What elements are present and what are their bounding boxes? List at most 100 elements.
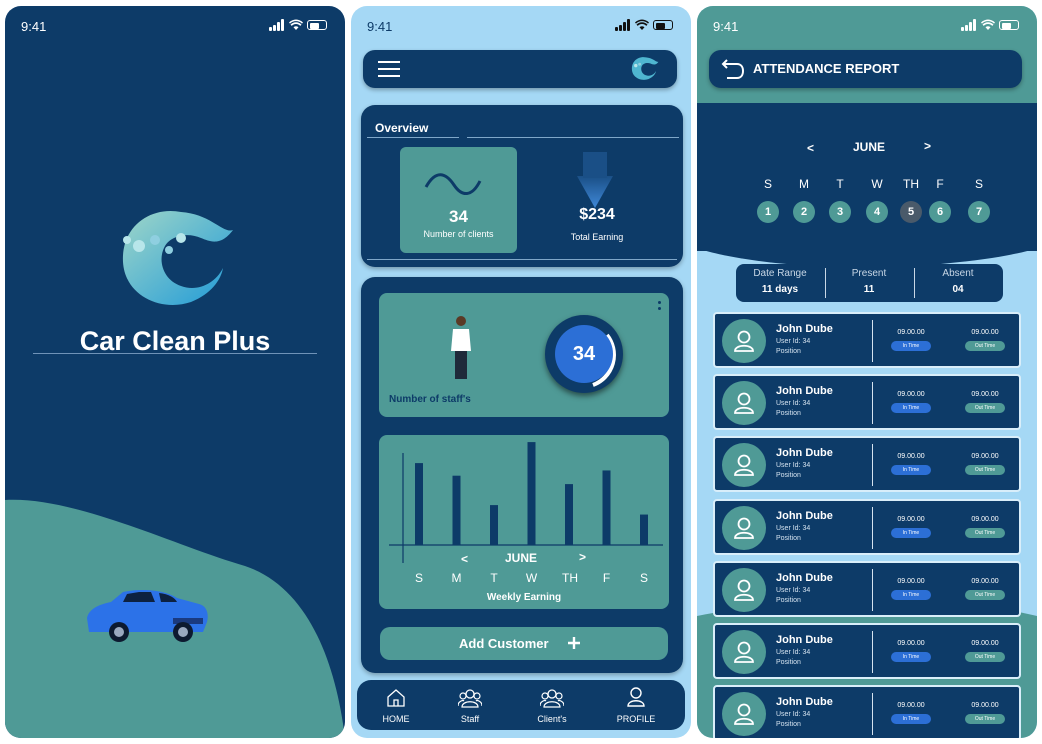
- employee-card[interactable]: John Dube User Id: 34 Position 09.00.00 In T…: [713, 312, 1021, 368]
- employee-card[interactable]: John Dube User Id: 34 Position 09.00.00 In T…: [713, 561, 1021, 617]
- user-icon: [734, 703, 754, 725]
- battery-icon: [307, 20, 327, 30]
- x-tick-label: M: [452, 571, 462, 585]
- employee-name: John Dube: [776, 572, 833, 584]
- employee-position: Position: [776, 597, 801, 604]
- employee-name: John Dube: [776, 696, 833, 708]
- employee-card[interactable]: John Dube User Id: 34 Position 09.00.00 In T…: [713, 374, 1021, 430]
- wifi-icon: [981, 19, 995, 30]
- out-time-value: 09.00.00: [971, 702, 999, 709]
- employee-id: User Id: 34: [776, 462, 811, 469]
- absent-label: Absent: [942, 268, 974, 279]
- nav-clients[interactable]: Client's: [517, 684, 587, 728]
- app-logo: [122, 210, 233, 305]
- employee-position: Position: [776, 410, 801, 417]
- clients-label: Number of clients: [423, 229, 494, 239]
- date-range-value: 11 days: [761, 284, 799, 295]
- x-tick-label: S: [415, 571, 423, 585]
- employee-id: User Id: 34: [776, 400, 811, 407]
- wifi-icon: [635, 19, 649, 30]
- date-3[interactable]: 3: [829, 201, 851, 223]
- divider: [367, 137, 459, 138]
- nav-staff[interactable]: Staff: [435, 684, 505, 728]
- back-icon[interactable]: [721, 58, 745, 80]
- present-value: 11: [863, 284, 875, 295]
- avatar: [722, 443, 766, 487]
- out-time-value: 09.00.00: [971, 640, 999, 647]
- divider: [872, 444, 873, 486]
- nav-profile-label: PROFILE: [616, 714, 656, 724]
- more-options-icon[interactable]: [658, 301, 661, 315]
- x-tick-label: W: [526, 571, 538, 585]
- calendar-next-button[interactable]: >: [924, 139, 931, 153]
- battery-icon: [653, 20, 673, 30]
- weekly-earning-card: S M T W TH F S < JUNE > Weekly Earning: [379, 435, 669, 609]
- user-icon: [734, 641, 754, 663]
- present-stat: Present 11: [825, 268, 913, 295]
- avatar: [722, 381, 766, 425]
- splash-screen: 9:41 Car Clean Plus: [5, 6, 345, 738]
- employee-name: John Dube: [776, 385, 833, 397]
- in-time-value: 09.00.00: [897, 329, 925, 336]
- employee-position: Position: [776, 535, 801, 542]
- attendance-screen: 9:41 ATTENDANCE REPORT < JUNE > S M T W TH F S…: [697, 6, 1037, 738]
- user-icon: [734, 392, 754, 414]
- clients-count: 34: [449, 207, 468, 226]
- add-customer-button[interactable]: Add Customer: [380, 627, 668, 660]
- out-time-badge: Out Time: [965, 341, 1005, 351]
- bar-1: [452, 475, 461, 545]
- in-time-badge: In Time: [891, 590, 931, 600]
- bar-4: [565, 484, 573, 545]
- avatar: [722, 630, 766, 674]
- in-time-badge: In Time: [891, 528, 931, 538]
- calendar-prev-button[interactable]: <: [807, 141, 814, 155]
- avatar: [722, 692, 766, 736]
- employee-position: Position: [776, 348, 801, 355]
- date-4[interactable]: 4: [866, 201, 888, 223]
- profile-icon: [627, 687, 645, 707]
- out-time-value: 09.00.00: [971, 578, 999, 585]
- divider: [33, 353, 317, 354]
- bar-3: [527, 442, 536, 545]
- nav-profile[interactable]: PROFILE: [601, 684, 671, 728]
- in-time-value: 09.00.00: [897, 516, 925, 523]
- divider: [872, 693, 873, 735]
- date-range-label: Date Range: [753, 268, 807, 279]
- in-time-badge: In Time: [891, 652, 931, 662]
- out-time-badge: Out Time: [965, 714, 1005, 724]
- employee-card[interactable]: John Dube User Id: 34 Position 09.00.00 In T…: [713, 499, 1021, 555]
- in-time-value: 09.00.00: [897, 640, 925, 647]
- day-name: TH: [903, 177, 919, 191]
- day-name: S: [763, 177, 772, 191]
- employee-name: John Dube: [776, 634, 833, 646]
- staff-label: Number of staff's: [389, 394, 471, 405]
- bar-2: [490, 505, 498, 545]
- date-5[interactable]: 5: [900, 201, 922, 223]
- chart-next-button[interactable]: >: [579, 550, 586, 564]
- employee-card[interactable]: John Dube User Id: 34 Position 09.00.00 In T…: [713, 685, 1021, 738]
- date-7[interactable]: 7: [968, 201, 990, 223]
- employee-name: John Dube: [776, 323, 833, 335]
- x-tick-label: TH: [562, 571, 578, 585]
- clients-tile[interactable]: 34 Number of clients: [400, 147, 517, 253]
- employee-position: Position: [776, 659, 801, 666]
- divider: [872, 320, 873, 362]
- report-top-bar: ATTENDANCE REPORT: [709, 50, 1022, 88]
- employee-id: User Id: 34: [776, 711, 811, 718]
- nav-home[interactable]: HOME: [361, 684, 431, 728]
- status-bar: 9:41: [697, 6, 1037, 46]
- nav-staff-label: Staff: [460, 714, 480, 724]
- date-1[interactable]: 1: [757, 201, 779, 223]
- date-2[interactable]: 2: [793, 201, 815, 223]
- staff-card[interactable]: 34 Number of staff's: [379, 293, 669, 417]
- day-name: F: [936, 177, 944, 191]
- date-6[interactable]: 6: [929, 201, 951, 223]
- nav-clients-label: Client's: [537, 714, 567, 724]
- employee-card[interactable]: John Dube User Id: 34 Position 09.00.00 In T…: [713, 436, 1021, 492]
- employee-card[interactable]: John Dube User Id: 34 Position 09.00.00 In T…: [713, 623, 1021, 679]
- chart-prev-button[interactable]: <: [461, 552, 468, 566]
- out-time-value: 09.00.00: [971, 453, 999, 460]
- in-time-value: 09.00.00: [897, 453, 925, 460]
- weekly-earning-chart: S M T W TH F S: [389, 442, 663, 585]
- user-icon: [734, 454, 754, 476]
